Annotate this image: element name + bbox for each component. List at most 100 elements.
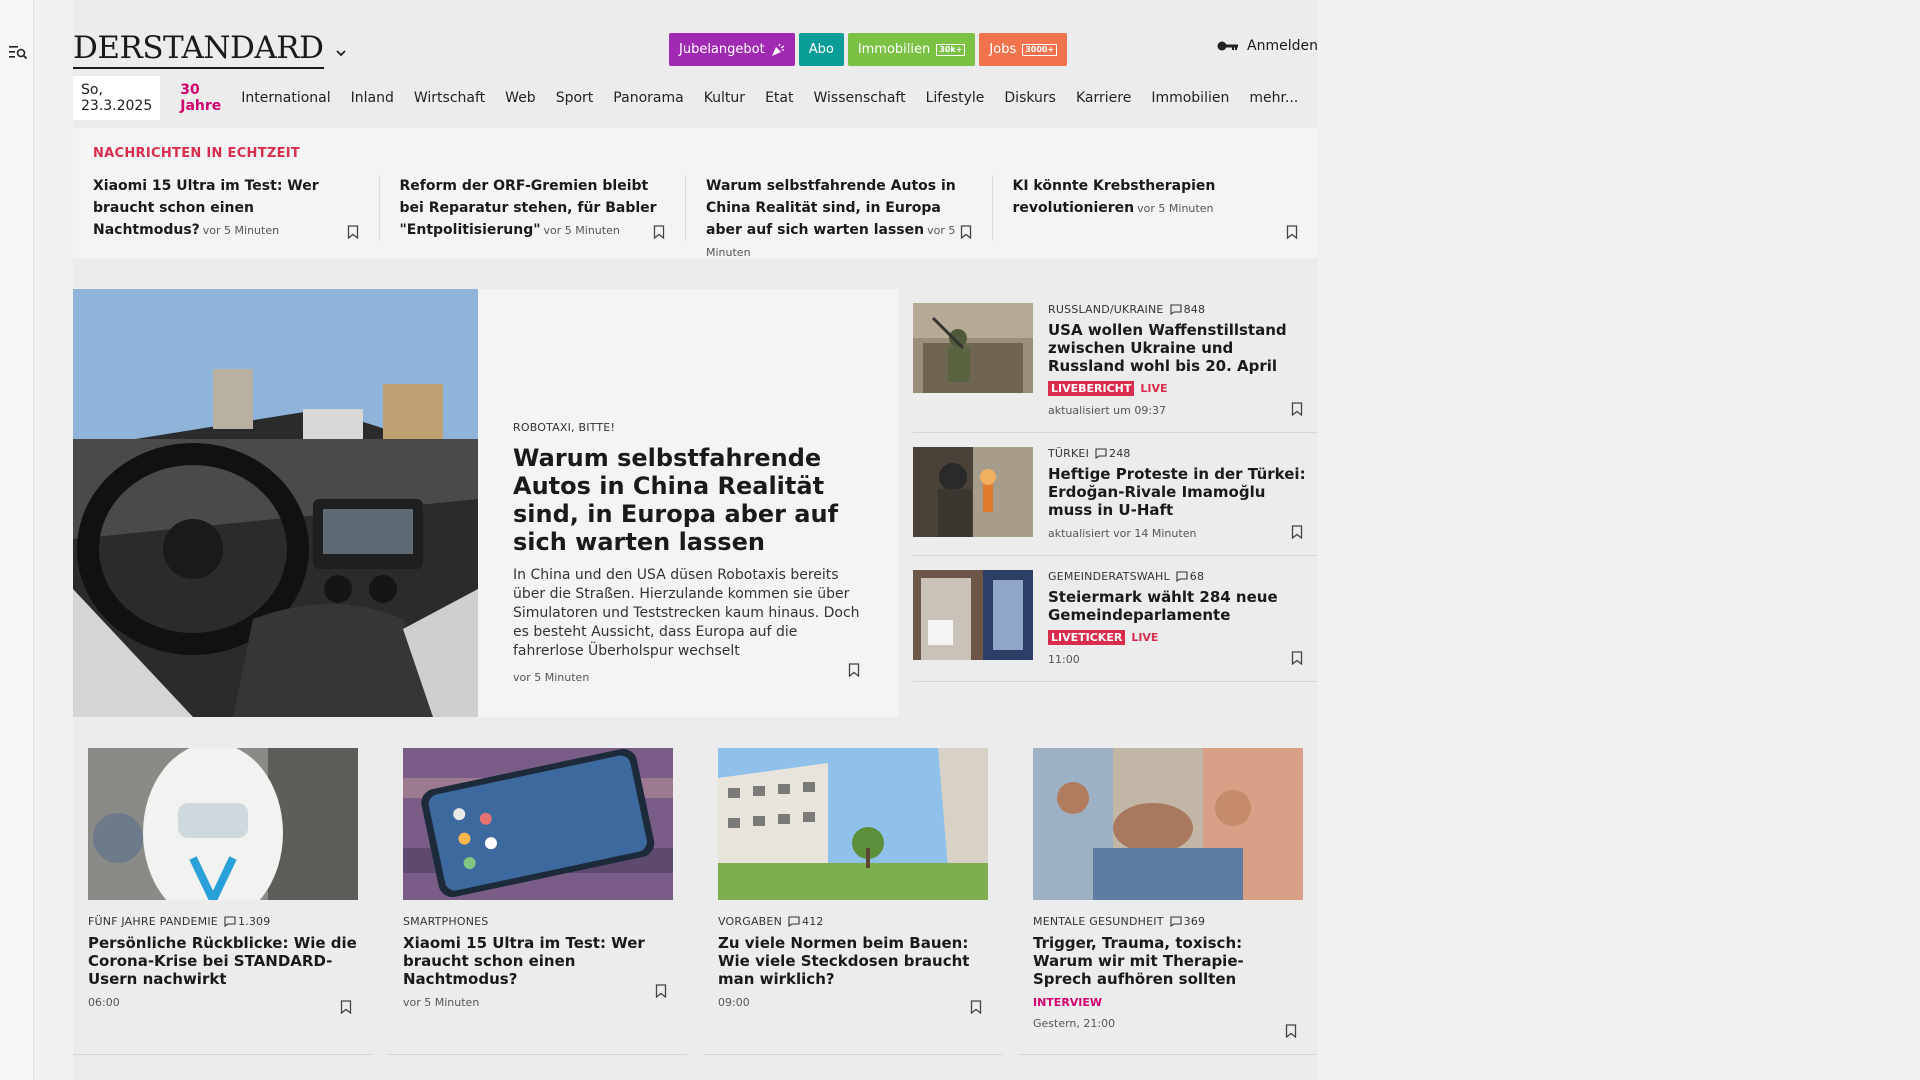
comment-icon <box>224 916 236 927</box>
nav-item-diskurs[interactable]: Diskurs <box>1004 90 1056 106</box>
bookmark-icon[interactable] <box>1286 225 1298 239</box>
chevron-down-icon[interactable] <box>334 46 348 60</box>
bookmark-icon[interactable] <box>1291 525 1303 539</box>
article-grid: FÜNF JAHRE PANDEMIE 1.309 Persönliche Rüc… <box>73 733 1318 1055</box>
nav-item-wirtschaft[interactable]: Wirtschaft <box>414 90 485 106</box>
comment-count-value: 68 <box>1189 570 1205 583</box>
protest-image <box>913 447 1033 537</box>
comment-count-value: 248 <box>1109 447 1131 460</box>
side-articles: RUSSLAND/UKRAINE 848 USA wollen Waffensti… <box>913 289 1318 682</box>
bookmark-icon[interactable] <box>1285 1024 1297 1038</box>
nav-item-lifestyle[interactable]: Lifestyle <box>926 90 985 106</box>
comment-icon <box>1170 916 1182 927</box>
comment-count[interactable]: 248 <box>1095 447 1131 460</box>
bookmark-icon[interactable] <box>1291 651 1303 665</box>
ticker-item[interactable]: KI könnte Krebstherapien revolutionieren… <box>991 175 1299 241</box>
comment-icon <box>788 916 800 927</box>
news-ticker: NACHRICHTEN IN ECHTZEIT Xiaomi 15 Ultra … <box>73 128 1318 259</box>
article-card: MENTALE GESUNDHEIT 369 Trigger, Trauma, t… <box>1018 733 1317 1055</box>
comment-count[interactable]: 412 <box>788 915 824 928</box>
liveticker-badge: LIVETICKER <box>1048 630 1126 645</box>
comment-count-value: 1.309 <box>237 915 271 928</box>
card-image[interactable] <box>718 748 988 900</box>
card-image[interactable] <box>88 748 358 900</box>
live-label: LIVE <box>1140 382 1168 395</box>
nav-item-kultur[interactable]: Kultur <box>704 90 745 106</box>
side-article: GEMEINDERATSWAHL 68 Steiermark wählt 284 … <box>913 556 1318 682</box>
immobilien-button[interactable]: Immobilien 30k+ <box>847 33 976 66</box>
card-time: 06:00 <box>88 996 120 1009</box>
nav-item-inland[interactable]: Inland <box>351 90 394 106</box>
card-title[interactable]: Zu viele Normen beim Bauen: Wie viele St… <box>718 934 987 988</box>
card-kicker: VORGABEN <box>718 915 783 928</box>
comment-count[interactable]: 848 <box>1170 303 1206 316</box>
card-title[interactable]: Xiaomi 15 Ultra im Test: Wer braucht sch… <box>403 934 672 988</box>
side-article-image[interactable] <box>913 447 1033 537</box>
bookmark-icon[interactable] <box>970 1000 982 1014</box>
article-card: SMARTPHONES Xiaomi 15 Ultra im Test: Wer… <box>388 733 687 1055</box>
bookmark-icon[interactable] <box>848 663 860 677</box>
bookmark-icon[interactable] <box>655 984 667 998</box>
site-logo[interactable]: DERSTANDARD <box>73 30 324 69</box>
article-card: FÜNF JAHRE PANDEMIE 1.309 Persönliche Rüc… <box>73 733 372 1055</box>
live-label: LIVE <box>1131 631 1159 644</box>
side-kicker: TÜRKEI <box>1048 447 1090 460</box>
header-logo-area: DERSTANDARD <box>73 30 348 69</box>
comment-count[interactable]: 369 <box>1170 915 1206 928</box>
ticker-item[interactable]: Warum selbstfahrende Autos in China Real… <box>685 175 992 259</box>
side-kicker: RUSSLAND/UKRAINE <box>1048 303 1164 316</box>
jubelangebot-button[interactable]: Jubelangebot <box>669 33 795 66</box>
side-article-image[interactable] <box>913 303 1033 393</box>
bookmark-icon[interactable] <box>960 225 972 239</box>
login-button[interactable]: Anmelden <box>1217 38 1318 54</box>
jobs-button[interactable]: Jobs 3000+ <box>979 33 1068 66</box>
side-article-title[interactable]: Steiermark wählt 284 neue Gemeindeparlam… <box>1048 588 1308 624</box>
bookmark-icon[interactable] <box>1291 402 1303 416</box>
card-title[interactable]: Trigger, Trauma, toxisch: Warum wir mit … <box>1033 934 1302 988</box>
card-time: 09:00 <box>718 996 750 1009</box>
menu-search-icon[interactable] <box>9 44 27 60</box>
bookmark-icon[interactable] <box>653 225 665 239</box>
abo-label: Abo <box>808 42 834 57</box>
abo-button[interactable]: Abo <box>798 33 844 66</box>
hero-image[interactable] <box>73 289 478 717</box>
nav-item-etat[interactable]: Etat <box>765 90 793 106</box>
livebericht-badge: LIVEBERICHT <box>1048 381 1135 396</box>
nav-item-30-jahre[interactable]: 30 Jahre <box>180 82 221 114</box>
ticker-item-time: vor 5 Minuten <box>202 224 280 237</box>
card-title[interactable]: Persönliche Rückblicke: Wie die Corona-K… <box>88 934 357 988</box>
hero-title[interactable]: Warum selbstfahrende Autos in China Real… <box>513 444 864 556</box>
car-interior-image <box>73 289 478 717</box>
nav-item-wissenschaft[interactable]: Wissenschaft <box>813 90 905 106</box>
nav-item-panorama[interactable]: Panorama <box>613 90 683 106</box>
comment-icon <box>1170 304 1182 315</box>
side-article-title[interactable]: Heftige Proteste in der Türkei: Erdoğan-… <box>1048 465 1308 519</box>
article-card: VORGABEN 412 Zu viele Normen beim Bauen: … <box>703 733 1002 1055</box>
ticker-item[interactable]: Xiaomi 15 Ultra im Test: Wer braucht sch… <box>93 175 379 241</box>
nav-item-international[interactable]: International <box>241 90 330 106</box>
page: DERSTANDARD Jubelangebot Abo Immobilien … <box>73 0 1318 1080</box>
nav-item-mehr[interactable]: mehr... <box>1249 90 1298 106</box>
card-image[interactable] <box>1033 748 1303 900</box>
comment-count-value: 369 <box>1183 915 1206 928</box>
comment-count[interactable]: 68 <box>1176 570 1204 583</box>
hero-kicker: ROBOTAXI, BITTE! <box>513 421 616 434</box>
nav-item-web[interactable]: Web <box>505 90 536 106</box>
hero-teaser: In China und den USA düsen Robotaxis ber… <box>513 567 860 659</box>
key-icon <box>1217 41 1239 51</box>
card-image[interactable] <box>403 748 673 900</box>
nav-item-karriere[interactable]: Karriere <box>1076 90 1131 106</box>
card-kicker: SMARTPHONES <box>403 915 489 928</box>
nav-item-immobilien[interactable]: Immobilien <box>1151 90 1229 106</box>
side-article-title[interactable]: USA wollen Waffenstillstand zwischen Ukr… <box>1048 321 1308 375</box>
side-article-image[interactable] <box>913 570 1033 660</box>
comment-count[interactable]: 1.309 <box>224 915 271 928</box>
card-kicker: MENTALE GESUNDHEIT <box>1033 915 1164 928</box>
side-article-time: aktualisiert vor 14 Minuten <box>1048 527 1197 540</box>
ticker-heading: NACHRICHTEN IN ECHTZEIT <box>93 146 301 161</box>
bookmark-icon[interactable] <box>347 225 359 239</box>
bookmark-icon[interactable] <box>340 1000 352 1014</box>
ticker-item[interactable]: Reform der ORF-Gremien bleibt bei Repara… <box>378 175 686 241</box>
nav-item-sport[interactable]: Sport <box>556 90 594 106</box>
ticker-item-time: vor 5 Minuten <box>543 224 620 237</box>
